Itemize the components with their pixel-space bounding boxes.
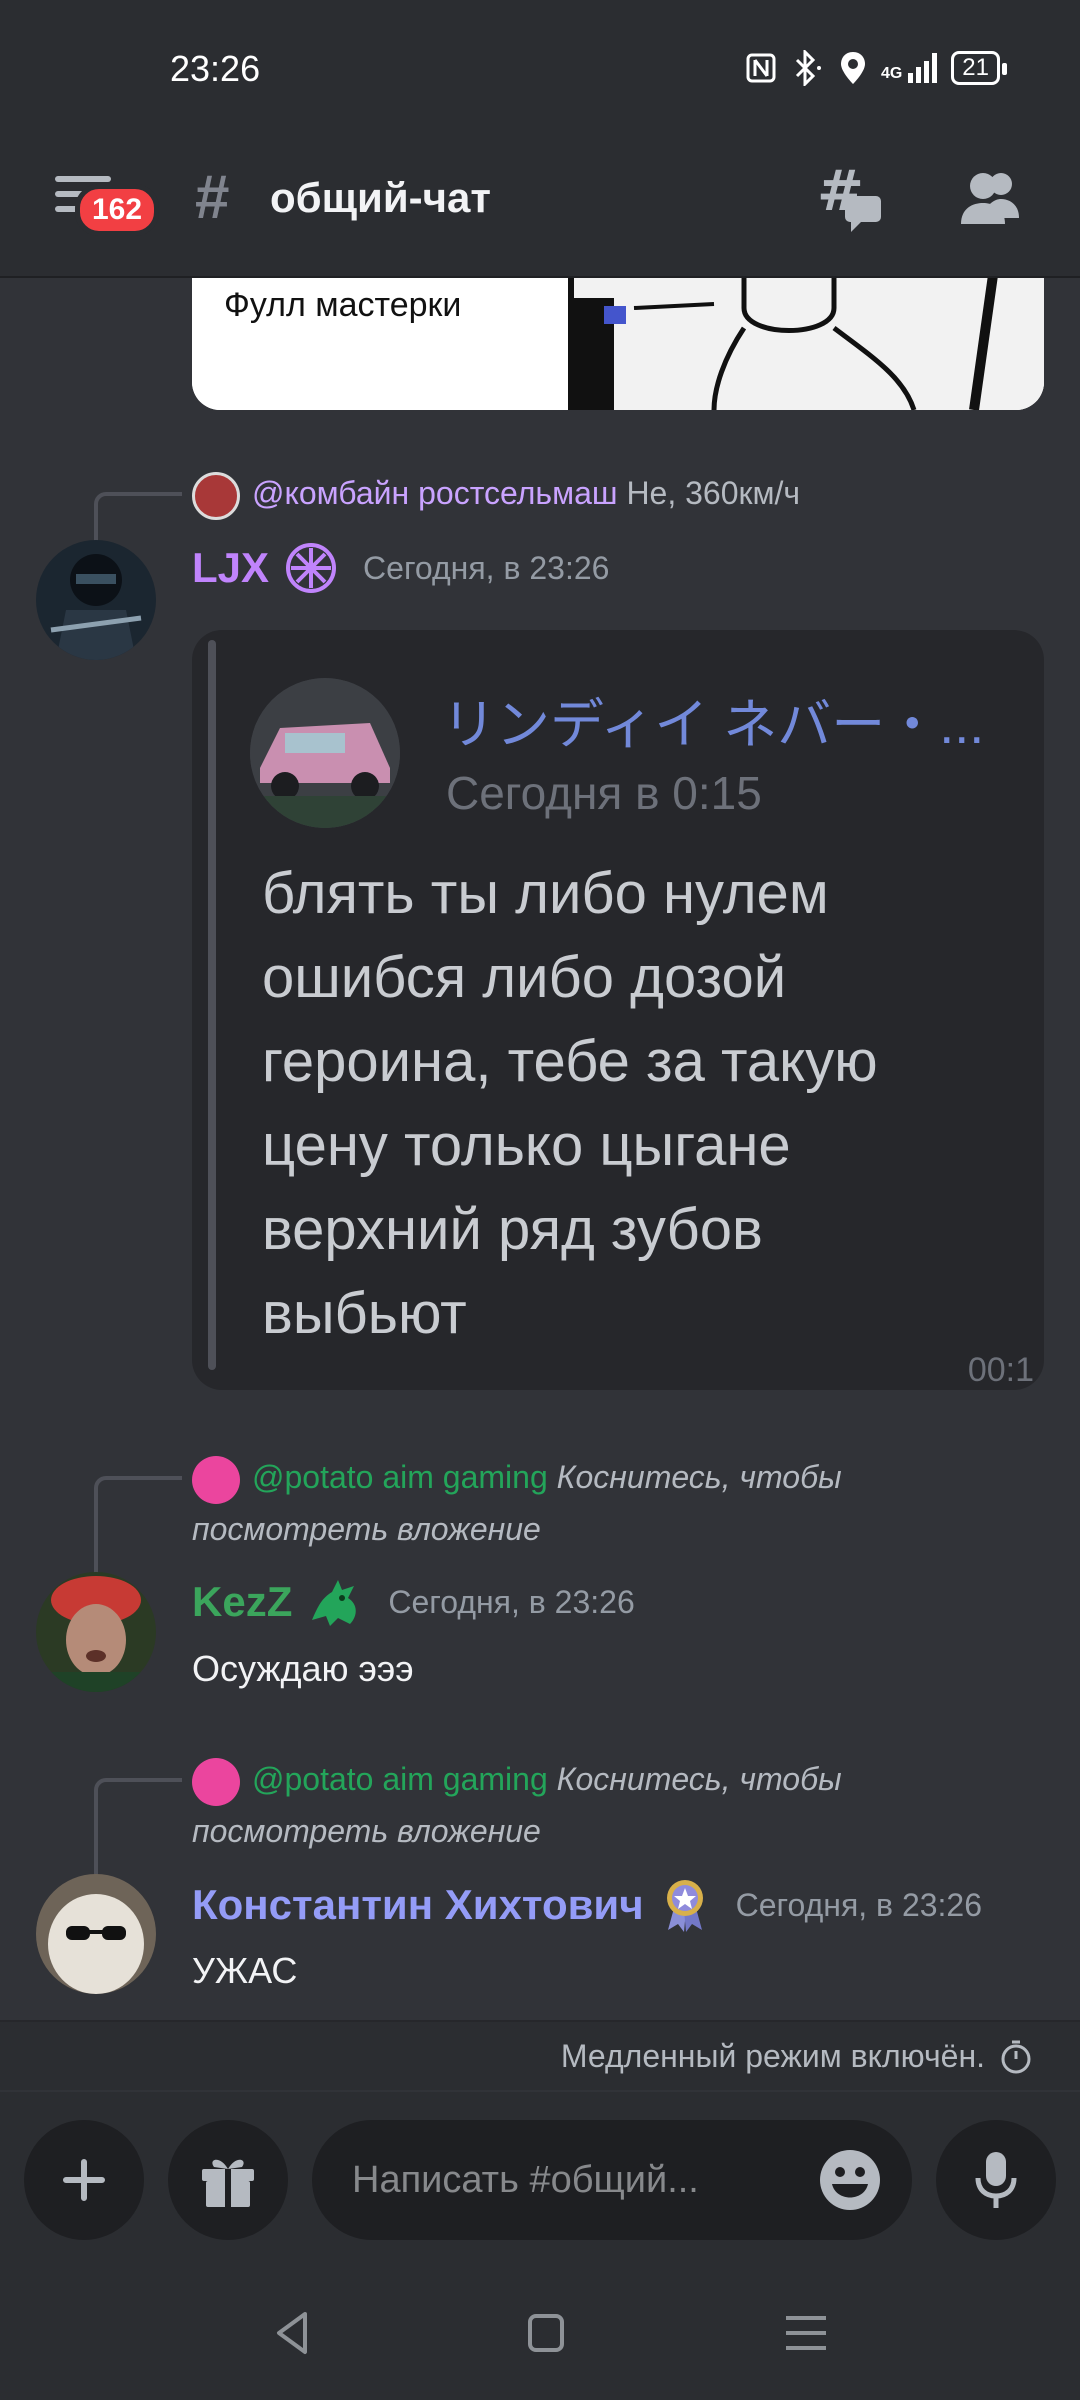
members-icon[interactable]	[955, 168, 1027, 232]
reply-mention[interactable]: @potato aim gaming	[252, 1761, 548, 1797]
message-header: LJX Сегодня, в 23:26	[192, 542, 609, 594]
reply-text[interactable]: Коснитесь, чтобы	[557, 1761, 842, 1797]
home-icon[interactable]	[516, 2308, 576, 2358]
message-input-container[interactable]	[312, 2120, 912, 2240]
gift-button[interactable]	[168, 2120, 288, 2240]
medal-icon	[666, 1880, 703, 1932]
reply-avatar	[192, 1455, 240, 1504]
voice-message-button[interactable]	[936, 2120, 1056, 2240]
reply-mention[interactable]: @potato aim gaming	[252, 1459, 548, 1495]
reply-preview[interactable]: @potato aim gaming Коснитесь, чтобы посм…	[192, 1452, 892, 1554]
reply-avatar	[192, 471, 240, 520]
battery-level: 21	[962, 54, 989, 81]
network-type: 4G	[880, 65, 903, 82]
reply-text[interactable]: Коснитесь, чтобы	[557, 1459, 842, 1495]
signal-icon: 4G	[880, 53, 938, 83]
channel-title[interactable]: общий-чат	[270, 174, 491, 222]
username[interactable]: Константин Хихтович	[192, 1881, 644, 1929]
reply-text-line2[interactable]: посмотреть вложение	[192, 1511, 541, 1547]
timer-icon	[1001, 2040, 1031, 2074]
avatar[interactable]	[36, 1572, 156, 1692]
dragon-badge-icon	[312, 1580, 357, 1626]
reply-mention[interactable]: @комбайн ростсельмаш	[252, 475, 618, 511]
emoji-icon[interactable]	[818, 2148, 882, 2212]
avatar[interactable]	[36, 1874, 156, 1994]
username[interactable]: KezZ	[192, 1578, 292, 1626]
quote-author: リンディイ ネバー・...	[442, 695, 985, 755]
reply-text: Не, 360км/ч	[626, 475, 801, 511]
badge-icon	[286, 543, 337, 593]
battery-icon: 21	[951, 51, 1007, 85]
back-icon[interactable]	[265, 2308, 325, 2358]
threads-icon[interactable]: #	[815, 164, 885, 234]
status-icons: 4G 21	[745, 50, 1007, 86]
message-header: Константин Хихтович Сегодня, в 23:26	[192, 1878, 982, 1932]
timestamp: Сегодня, в 23:26	[388, 1583, 635, 1620]
mic-icon	[975, 2152, 1017, 2208]
timestamp: Сегодня, в 23:26	[363, 549, 610, 586]
message-content: УЖАС	[192, 1950, 298, 1991]
channel-header: 162 # общий-чат #	[0, 140, 1080, 278]
image-left-panel: Фулл мастерки	[192, 278, 568, 410]
hash-icon: #	[195, 163, 230, 232]
username[interactable]: LJX	[192, 544, 269, 592]
reply-preview[interactable]: @комбайн ростсельмаш Не, 360км/ч	[192, 468, 892, 520]
notification-badge: 162	[75, 184, 160, 236]
message-input[interactable]	[352, 2150, 792, 2210]
quoted-image[interactable]: リンディイ ネバー・... Сегодня в 0:15 блять ты ли…	[192, 630, 1044, 1390]
slow-mode-text: Медленный режим включён.	[560, 2038, 985, 2074]
gift-icon	[202, 2159, 254, 2207]
avatar[interactable]	[36, 540, 156, 660]
image-right-panel	[574, 278, 1044, 410]
sketch-image	[574, 278, 1044, 410]
system-nav-bar	[0, 2268, 1080, 2400]
quote-text: блять ты либо нулем ошибся либо дозой ге…	[262, 861, 878, 1346]
quote-corner-time: 00:1	[967, 1351, 1034, 1389]
quote-avatar	[250, 678, 400, 828]
status-time: 23:26	[170, 48, 261, 89]
reply-avatar	[192, 1757, 240, 1806]
image-caption: Фулл мастерки	[224, 286, 462, 324]
reply-text-line2[interactable]: посмотреть вложение	[192, 1813, 541, 1849]
reply-preview[interactable]: @potato aim gaming Коснитесь, чтобы посм…	[192, 1754, 892, 1856]
add-attachment-button[interactable]	[24, 2120, 144, 2240]
quote-time: Сегодня в 0:15	[446, 767, 762, 819]
bluetooth-icon	[795, 50, 821, 86]
slow-mode-notice: Медленный режим включён.	[0, 2020, 1080, 2090]
image-attachment[interactable]: Фулл мастерки	[192, 278, 1044, 410]
message-header: KezZ Сегодня, в 23:26	[192, 1576, 635, 1628]
message-list[interactable]: Фулл мастерки @комбайн ростсельмаш Не, 3…	[0, 278, 1080, 2020]
timestamp: Сегодня, в 23:26	[735, 1886, 983, 1923]
status-bar: 23:26 4G 21	[0, 0, 1080, 140]
message-content: Осуждаю эээ	[192, 1648, 414, 1689]
location-icon	[840, 52, 865, 84]
recents-icon[interactable]	[776, 2308, 836, 2358]
reply-connector	[94, 1476, 182, 1578]
nfc-icon	[746, 53, 776, 83]
composer	[0, 2092, 1080, 2268]
plus-icon	[63, 2159, 105, 2201]
reply-connector	[94, 1778, 182, 1878]
